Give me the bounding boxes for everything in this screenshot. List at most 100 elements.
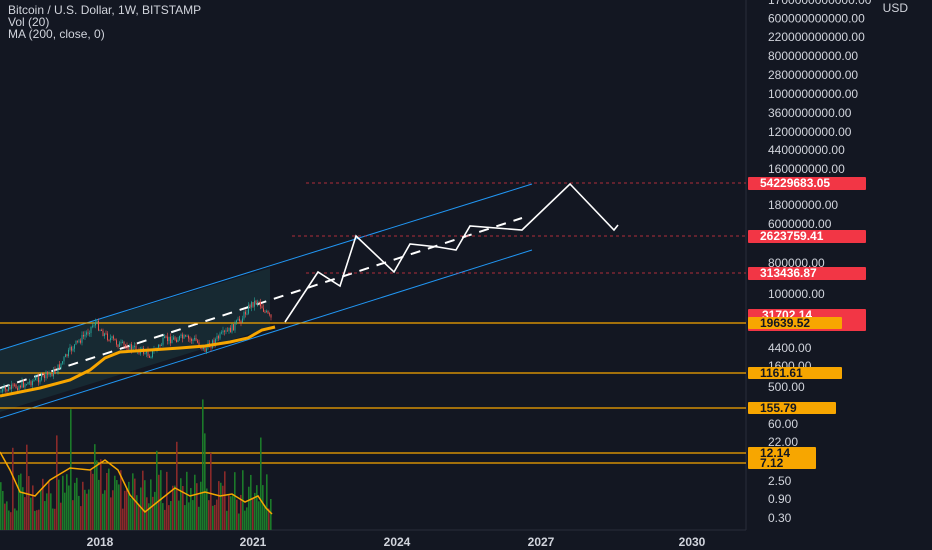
volume-bar	[266, 474, 268, 530]
candle-body	[167, 336, 168, 342]
volume-bar	[96, 460, 98, 530]
regression-channel	[0, 183, 533, 419]
volume-bar	[4, 503, 6, 530]
candle-body	[228, 327, 230, 331]
volume-bar	[230, 496, 232, 530]
candle-body	[72, 348, 74, 351]
volume-bar	[244, 510, 246, 530]
candle-body	[2, 389, 3, 392]
candle-body	[158, 344, 159, 348]
candle-body	[246, 313, 248, 315]
candle-body	[245, 311, 246, 315]
price-axis-tick-label: 60.00	[768, 417, 798, 431]
volume-bar	[114, 475, 116, 530]
volume-bar	[134, 478, 136, 530]
volume-bar	[206, 488, 208, 530]
volume-bar	[18, 475, 20, 530]
time-axis-tick-label: 2027	[528, 535, 555, 549]
volume-bar	[256, 485, 258, 530]
volume-bar	[148, 503, 150, 530]
svg-text:1161.61: 1161.61	[760, 366, 803, 380]
candle-body	[23, 381, 24, 388]
candle-body	[242, 318, 243, 323]
volume-bar	[118, 484, 120, 530]
volume-bar	[150, 479, 152, 530]
candle-body	[260, 302, 261, 307]
volume-bar	[264, 505, 266, 530]
volume-bar	[252, 498, 254, 530]
candle-body	[233, 324, 234, 331]
volume-bar	[154, 491, 156, 530]
support-price-tag: 7.12	[748, 456, 816, 470]
time-axis[interactable]: 2018 2021 2024 2027 2030	[87, 535, 706, 549]
candle-body	[219, 333, 221, 339]
volume-bar	[40, 490, 42, 530]
candle-body	[105, 333, 107, 335]
target-price-tag: 2623759.41	[748, 229, 866, 243]
volume-bar	[170, 501, 172, 530]
volume-bar	[38, 509, 40, 530]
candle-body	[101, 329, 102, 331]
volume-bar	[0, 482, 2, 530]
volume-bar	[124, 490, 126, 530]
candle-body	[195, 337, 197, 341]
volume-bar	[250, 474, 252, 530]
volume-bar	[92, 473, 94, 530]
volume-bar	[200, 481, 202, 530]
price-axis-currency-label: USD	[883, 1, 909, 15]
candle-body	[117, 344, 119, 347]
candle-body	[107, 333, 108, 340]
candle-body	[170, 336, 171, 344]
volume-bar	[232, 494, 234, 530]
volume-bar	[24, 497, 26, 530]
candle-body	[176, 339, 177, 343]
candle-body	[227, 330, 228, 332]
volume-bar	[54, 508, 56, 530]
volume-bar	[270, 498, 272, 530]
volume-bar	[258, 501, 260, 530]
projection-zigzag	[284, 182, 619, 323]
horizontal-levels	[0, 182, 746, 464]
volume-bar	[136, 495, 138, 530]
target-price-tag: 313436.87	[748, 266, 866, 280]
candle-body	[26, 384, 27, 386]
volume-bar	[218, 481, 220, 530]
candle-body	[24, 384, 26, 388]
volume-bar	[98, 479, 100, 530]
volume-bar	[260, 437, 262, 530]
volume-bar	[112, 490, 114, 530]
volume-bar	[176, 441, 178, 530]
candle-body	[267, 310, 269, 314]
time-axis-tick-label: 2018	[87, 535, 114, 549]
volume-bar	[120, 470, 122, 530]
price-axis-tick-label: 220000000000.00	[768, 30, 865, 44]
volume-bar	[228, 495, 230, 530]
volume-bar	[130, 498, 132, 530]
candle-body	[77, 340, 78, 342]
candle-body	[144, 353, 146, 355]
svg-text:54229683.05: 54229683.05	[760, 176, 830, 190]
volume-bar	[26, 444, 28, 530]
candle-body	[27, 382, 29, 385]
candle-body	[183, 335, 185, 339]
candle-body	[180, 334, 182, 337]
candle-body	[131, 344, 132, 350]
candle-body	[99, 329, 101, 331]
volume-bar	[82, 481, 84, 530]
volume-bar	[238, 513, 240, 530]
volume-bar	[14, 508, 16, 530]
volume-bar	[156, 450, 158, 530]
candle-body	[111, 336, 113, 339]
price-axis-tick-label: 0.30	[768, 511, 792, 525]
candle-body	[20, 386, 21, 388]
candle-body	[80, 340, 81, 343]
volume-bar	[106, 473, 108, 530]
volume-bar	[116, 480, 118, 530]
price-axis-tick-label: 4400.00	[768, 341, 812, 355]
volume-bar	[88, 489, 90, 530]
volume-bar	[44, 501, 46, 530]
price-axis-tick-label: 2.50	[768, 474, 792, 488]
price-axis-tick-label: 440000000.00	[768, 143, 845, 157]
candle-body	[21, 381, 23, 388]
price-chart[interactable]: USD 1700000000000.00 600000000000.00 220000…	[0, 0, 932, 550]
